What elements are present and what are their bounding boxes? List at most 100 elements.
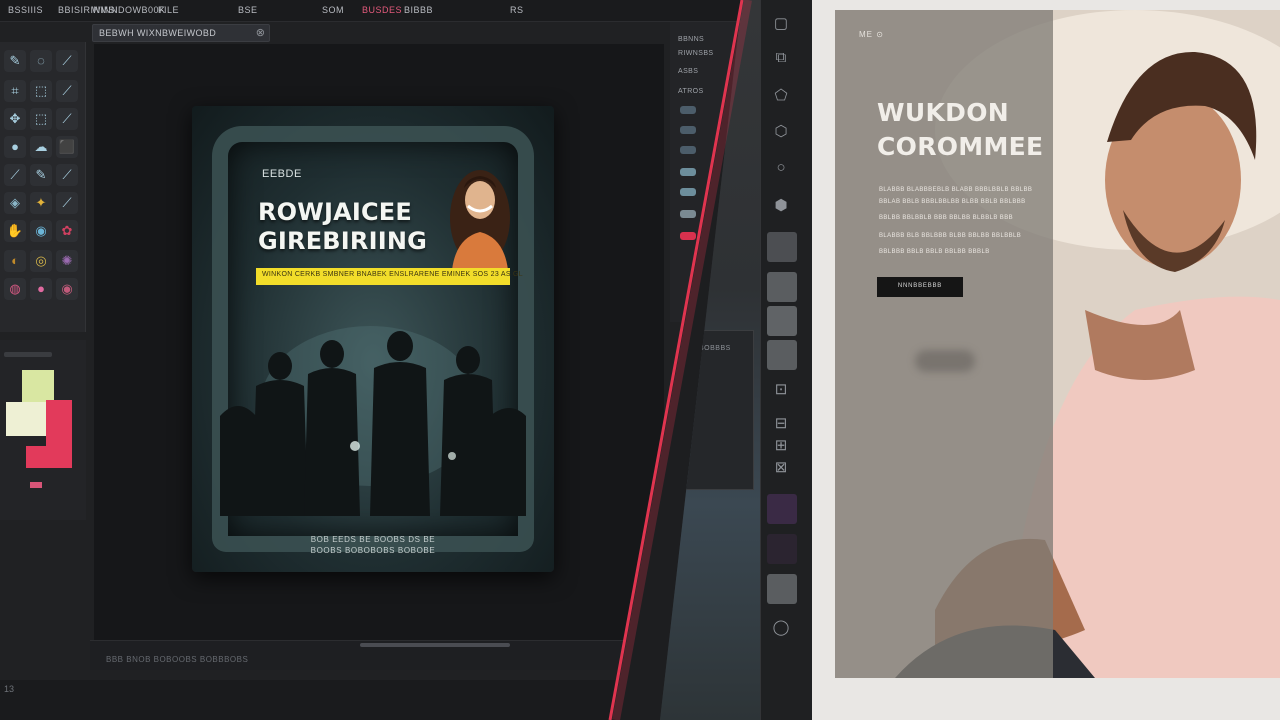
select-tool-icon[interactable]: ⬚ bbox=[30, 108, 52, 130]
layer-thumbnail-3[interactable] bbox=[767, 306, 797, 336]
eraser-tool-icon[interactable]: ⬚ bbox=[30, 80, 52, 102]
adjustment-icon[interactable]: ⊡ bbox=[771, 380, 791, 400]
site-nav[interactable]: ME ⊙ bbox=[859, 30, 884, 39]
crowd-figures-image bbox=[220, 326, 526, 516]
layer-thumbnail-1[interactable] bbox=[767, 232, 797, 262]
group-icon[interactable]: ⊞ bbox=[771, 436, 791, 456]
settings-icon[interactable]: ◯ bbox=[771, 618, 791, 638]
property-label-1: BBNNS bbox=[678, 36, 705, 43]
document-tab-name: BEBWH WIXNBWEIWOBD bbox=[99, 28, 217, 38]
hero-body-line-3: BBLBB BBLBBLB BBB BBLBB BLBBLB BBB bbox=[879, 215, 1014, 221]
property-label-2: RIWNSBS bbox=[678, 50, 714, 57]
hero-body-line-2: BBLAB BBLB BBBLBBLBB BLBB BBLB BBLBBB bbox=[879, 199, 1026, 205]
document-tab[interactable]: BEBWH WIXNBWEIWOBD ⊗ bbox=[92, 24, 270, 42]
close-tab-icon[interactable]: ⊗ bbox=[256, 26, 265, 39]
timeline-label: BBB BNOB BOBOOBS BOBBBOBS bbox=[106, 655, 249, 664]
layer-style-icon[interactable] bbox=[680, 168, 696, 176]
hero-cta-button[interactable]: NNNBBEBBB bbox=[877, 277, 963, 297]
layers-icon[interactable]: ⧉ bbox=[771, 48, 791, 68]
color-swatch-graphic[interactable] bbox=[0, 360, 86, 490]
menu-item-8[interactable]: BIBBB bbox=[404, 5, 433, 15]
panel-divider bbox=[4, 352, 52, 357]
opacity-icon[interactable] bbox=[680, 126, 696, 134]
stamp-tool-icon[interactable]: ⬛ bbox=[56, 136, 78, 158]
move-tool-icon[interactable]: ✥ bbox=[4, 108, 26, 130]
lasso-tool-icon[interactable]: ◌ bbox=[30, 50, 52, 72]
hero-headline-line-1: WUKDON bbox=[877, 98, 1009, 127]
heal-tool-icon[interactable]: ◍ bbox=[4, 278, 26, 300]
hero-headline-line-2: COROMMEE bbox=[877, 132, 1044, 161]
pencil-tool-icon[interactable]: ⟋ bbox=[56, 80, 78, 102]
blend-mode-icon[interactable] bbox=[680, 106, 696, 114]
status-bar: 13 bbox=[0, 680, 742, 720]
hero-body-line-1: BLABBB BLABBBEBLB BLABB BBBLBBLB BBLBB bbox=[879, 187, 1033, 193]
patch-tool-icon[interactable]: ● bbox=[30, 278, 52, 300]
website-preview[interactable]: ME ⊙ WUKDON COROMMEE BLABBB BLABBBEBLB B… bbox=[835, 10, 1280, 678]
poster-banner-text: WINKON CERKB SMBNER BNABEK ENSLRARENE EM… bbox=[262, 271, 523, 278]
warning-icon[interactable] bbox=[680, 232, 696, 240]
smudge-tool-icon[interactable]: ☁ bbox=[30, 136, 52, 158]
blur-tool-icon[interactable]: ● bbox=[4, 136, 26, 158]
layer-thumbnail-7[interactable] bbox=[767, 574, 797, 604]
link-icon[interactable] bbox=[680, 210, 696, 218]
sponge-tool-icon[interactable]: ⟋ bbox=[56, 164, 78, 186]
hero-cta-label: NNNBBEBBB bbox=[897, 283, 943, 289]
menu-item-1[interactable]: BSSIIIS bbox=[8, 5, 43, 15]
menu-item-6[interactable]: SOM bbox=[322, 5, 344, 15]
menu-item-5[interactable]: BSE bbox=[238, 5, 258, 15]
eyedropper-tool-icon[interactable]: ✿ bbox=[56, 220, 78, 242]
menu-item-7[interactable]: BUSDES bbox=[362, 5, 402, 15]
layer-thumbnail-4[interactable] bbox=[767, 340, 797, 370]
secondary-subpanel-label: BOBBBS bbox=[699, 345, 731, 352]
tools-palette: ✎ ◌ ⟋ ⌗ ⬚ ⟋ ✥ ⬚ ⟋ ● ☁ ⬛ ⟋ ✎ ⟋ ◈ ✦ ⟋ ✋ ◉ … bbox=[0, 42, 86, 332]
red-eye-tool-icon[interactable]: ◉ bbox=[56, 278, 78, 300]
line-tool-icon[interactable]: ⟋ bbox=[56, 108, 78, 130]
warp-tool-icon[interactable]: ✺ bbox=[56, 250, 78, 272]
poster-title-line-2: GIREBIRIING bbox=[258, 227, 428, 255]
woman-portrait-image bbox=[450, 170, 510, 270]
zoom-readout: 13 bbox=[4, 684, 15, 694]
mask-layer-icon[interactable]: ⊟ bbox=[771, 414, 791, 434]
brush-tool-icon[interactable]: ✎ bbox=[4, 50, 26, 72]
movie-poster[interactable]: EEBDE ROWJAICEE GIREBIRIING WINKON CERKB… bbox=[192, 106, 554, 572]
layer-thumbnail-6[interactable] bbox=[767, 534, 797, 564]
poster-credits: BOB EEDS BE BOOBS DS BE BOOBS BOBOBOBS B… bbox=[192, 534, 554, 556]
menu-item-4[interactable]: FILE bbox=[158, 5, 179, 15]
color-panel bbox=[0, 340, 86, 520]
blurred-element bbox=[915, 350, 975, 372]
shape-icon[interactable]: ⬠ bbox=[771, 86, 791, 106]
screen: BSSIIIS BBISIRINMSI WINNDOWB00K FILE BSE… bbox=[0, 0, 1280, 720]
poster-credits-line-1: BOB EEDS BE BOOBS DS BE bbox=[310, 535, 436, 544]
menu-item-9[interactable]: RS bbox=[510, 5, 524, 15]
shape-tool-icon[interactable]: ◈ bbox=[4, 192, 26, 214]
crop-tool-icon[interactable]: ⌗ bbox=[4, 80, 26, 102]
zoom-tool-icon[interactable]: ◉ bbox=[30, 220, 52, 242]
poster-credits-line-2: BOOBS BOBOBOBS BOBOBE bbox=[310, 546, 436, 555]
path-tool-icon[interactable]: ⟋ bbox=[56, 192, 78, 214]
hand-tool-icon[interactable]: ✋ bbox=[4, 220, 26, 242]
secondary-subpanel: BOBBBS bbox=[670, 330, 754, 490]
gradient-tool-icon[interactable]: ◐ bbox=[4, 250, 26, 272]
poster-yellow-banner: WINKON CERKB SMBNER BNABEK ENSLRARENE EM… bbox=[256, 268, 523, 285]
folder-icon[interactable]: ⊠ bbox=[771, 458, 791, 478]
hero-body-line-5: BBLBBB BBLB BBLB BBLBB BBBLB bbox=[879, 249, 990, 255]
dodge-tool-icon[interactable]: ⟋ bbox=[4, 164, 26, 186]
fill-icon[interactable] bbox=[680, 146, 696, 154]
fill-tool-icon[interactable]: ◎ bbox=[30, 250, 52, 272]
menu-bar: BSSIIIS BBISIRINMSI WINNDOWB00K FILE BSE… bbox=[0, 0, 742, 22]
brush-icon[interactable]: ⬢ bbox=[771, 196, 791, 216]
mask-icon[interactable] bbox=[680, 188, 696, 196]
text-tool-icon[interactable]: ✦ bbox=[30, 192, 52, 214]
timeline-scrubber[interactable] bbox=[360, 643, 510, 647]
timeline-bar: BBB BNOB BOBOOBS BOBBBOBS bbox=[90, 640, 670, 670]
history-icon[interactable]: ○ bbox=[771, 158, 791, 178]
layers-column: ▢ ⧉ ⬠ ⬡ ○ ⬢ ⊡ ⊟ ⊞ ⊠ ◯ bbox=[760, 0, 812, 720]
layer-thumbnail-2[interactable] bbox=[767, 272, 797, 302]
hero-headline: WUKDON COROMMEE bbox=[877, 96, 1043, 164]
pen-tool-icon[interactable]: ⟋ bbox=[56, 50, 78, 72]
path-icon[interactable]: ⬡ bbox=[771, 122, 791, 142]
burn-tool-icon[interactable]: ✎ bbox=[30, 164, 52, 186]
menu-item-3[interactable]: WINNDOWB00K bbox=[92, 5, 166, 15]
chat-icon[interactable]: ▢ bbox=[771, 14, 791, 34]
layer-thumbnail-5[interactable] bbox=[767, 494, 797, 524]
